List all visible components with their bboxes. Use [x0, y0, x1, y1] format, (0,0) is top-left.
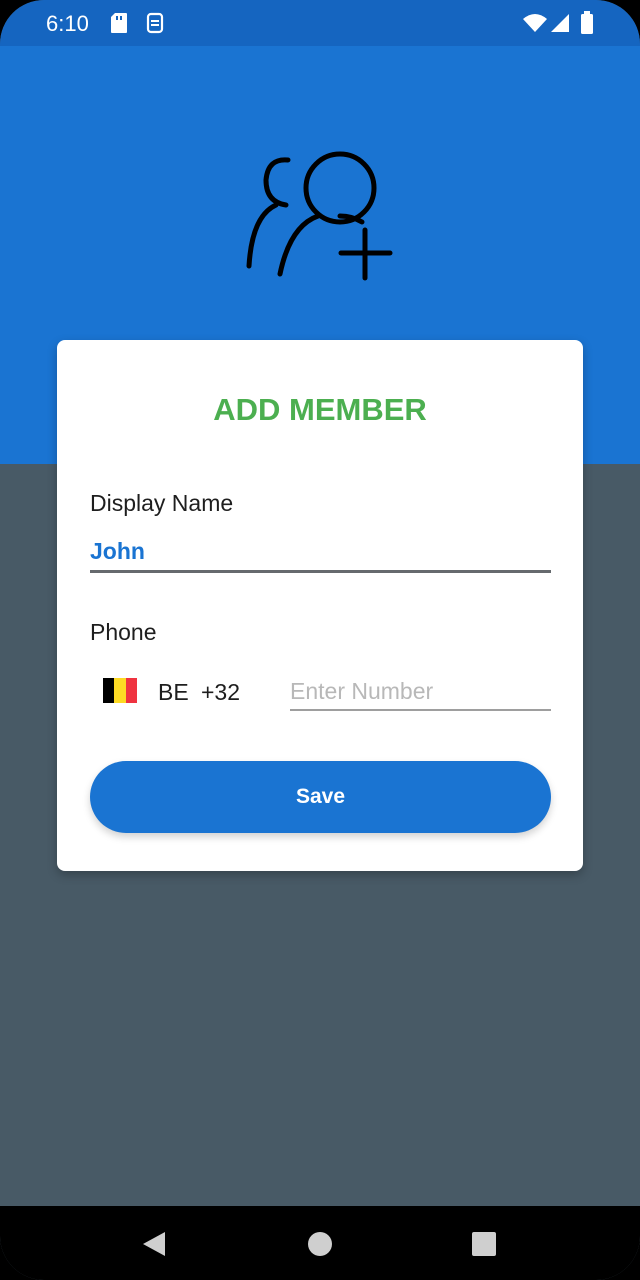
phone-number-input[interactable] — [290, 673, 551, 711]
wifi-icon — [523, 14, 547, 32]
back-icon[interactable] — [141, 1230, 167, 1258]
dial-code[interactable]: +32 — [201, 679, 240, 706]
sync-icon — [146, 12, 164, 34]
add-group-icon — [246, 151, 393, 281]
display-name-underline — [90, 570, 551, 573]
battery-icon — [581, 11, 593, 34]
phone-label: Phone — [90, 619, 157, 645]
status-time: 6:10 — [46, 11, 89, 36]
navigation-bar — [0, 1206, 640, 1280]
save-button[interactable]: Save — [90, 761, 551, 833]
add-member-card: ADD MEMBER Display Name John Phone BE +3… — [57, 340, 583, 871]
display-name-field[interactable]: John — [90, 538, 145, 565]
signal-icon — [551, 14, 569, 32]
sd-card-icon — [111, 13, 127, 33]
belgium-flag-icon[interactable] — [103, 678, 137, 703]
status-bar: 6:10 — [0, 0, 640, 46]
display-name-label: Display Name — [90, 490, 234, 516]
home-icon[interactable] — [307, 1231, 333, 1257]
card-title: ADD MEMBER — [213, 392, 427, 427]
recents-icon[interactable] — [472, 1232, 496, 1256]
phone-screen: 6:10 ADD MEMBER Display Name John Phone … — [0, 0, 640, 1280]
country-code[interactable]: BE — [158, 679, 189, 706]
